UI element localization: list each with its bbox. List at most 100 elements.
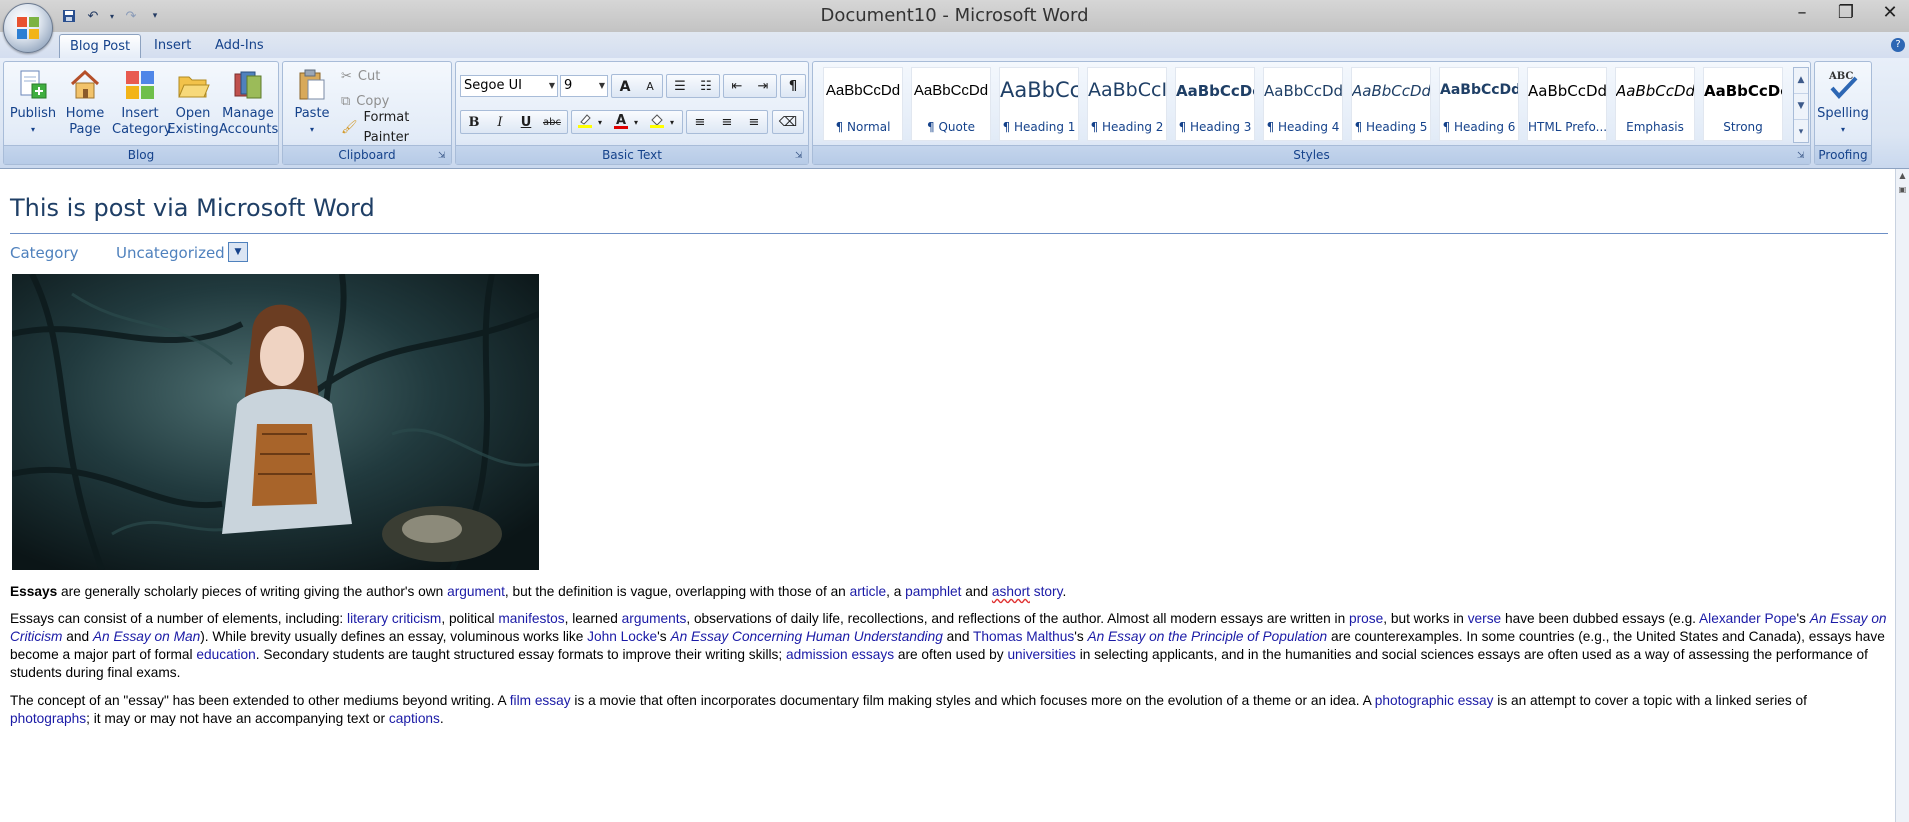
paste-dropdown-icon[interactable]: ▾ <box>287 122 337 138</box>
home-page-button[interactable]: Home Page <box>59 68 111 138</box>
style-heading-2[interactable]: AaBbCcI ¶ Heading 2 <box>1087 67 1167 141</box>
link-story[interactable]: story <box>1034 584 1063 599</box>
decrease-indent-icon[interactable]: ⇤ <box>725 75 749 97</box>
office-button[interactable] <box>3 3 53 53</box>
tab-insert[interactable]: Insert <box>144 34 201 58</box>
link-captions[interactable]: captions <box>389 711 440 726</box>
link-photographs[interactable]: photographs <box>10 711 86 726</box>
ruler-toggle-icon[interactable]: ▣ <box>1896 183 1909 197</box>
document-area[interactable]: This is post via Microsoft Word Category… <box>0 169 1896 822</box>
link-essay-human-understanding[interactable]: An Essay Concerning Human Understanding <box>670 629 942 644</box>
paragraph-1[interactable]: Essays are generally scholarly pieces of… <box>10 583 1890 601</box>
link-admission-essays[interactable]: admission essays <box>786 647 894 662</box>
style-heading-6[interactable]: AaBbCcDdI ¶ Heading 6 <box>1439 67 1519 141</box>
manage-accounts-button[interactable]: Manage Accounts <box>219 68 278 138</box>
link-film-essay[interactable]: film essay <box>510 693 571 708</box>
style-heading-4[interactable]: AaBbCcDd ¶ Heading 4 <box>1263 67 1343 141</box>
style-normal[interactable]: AaBbCcDd ¶ Normal <box>823 67 903 141</box>
post-image[interactable] <box>12 274 539 570</box>
link-arguments[interactable]: arguments <box>622 611 687 626</box>
highlight-dropdown-icon[interactable]: ▾ <box>594 111 606 133</box>
font-name-combo[interactable]: Segoe UI ▼ <box>460 75 558 97</box>
style-html-preformatted[interactable]: AaBbCcDdI HTML Prefo... <box>1527 67 1607 141</box>
category-value[interactable]: Uncategorized <box>116 244 225 262</box>
bold-button[interactable]: B <box>462 111 486 133</box>
chevron-down-icon[interactable]: ▼ <box>549 76 555 96</box>
paragraph-3[interactable]: The concept of an "essay" has been exten… <box>10 692 1890 728</box>
link-argument[interactable]: argument <box>447 584 505 599</box>
restore-button[interactable]: ❐ <box>1835 2 1857 23</box>
group-basic-text: Segoe UI ▼ 9 ▼ A A ☰ ☷ ⇤ ⇥ ¶ B I U abc ▾… <box>455 61 809 165</box>
styles-launcher-icon[interactable]: ⇲ <box>1797 151 1807 161</box>
grow-font-button[interactable]: A <box>613 75 637 97</box>
svg-text:A: A <box>616 113 626 128</box>
chevron-down-icon[interactable]: ▼ <box>599 76 605 96</box>
italic-button[interactable]: I <box>488 111 512 133</box>
link-article[interactable]: article <box>850 584 887 599</box>
insert-category-button[interactable]: Insert Category <box>112 68 171 138</box>
align-center-icon[interactable]: ≡ <box>715 111 739 133</box>
gallery-down-icon[interactable]: ▼ <box>1794 94 1808 120</box>
shrink-font-button[interactable]: A <box>638 75 662 97</box>
link-education[interactable]: education <box>196 647 255 662</box>
link-thomas-malthus[interactable]: Thomas Malthus <box>973 629 1074 644</box>
font-color-dropdown-icon[interactable]: ▾ <box>630 111 642 133</box>
format-painter-button[interactable]: 🖌 Format Painter <box>341 110 451 145</box>
strikethrough-button[interactable]: abc <box>540 111 564 133</box>
group-label-basic-text: Basic Text <box>456 145 808 164</box>
underline-button[interactable]: U <box>514 111 538 133</box>
shading-dropdown-icon[interactable]: ▾ <box>666 111 678 133</box>
link-essay-on-man[interactable]: An Essay on Man <box>93 629 200 644</box>
help-icon[interactable]: ? <box>1891 38 1905 52</box>
style-emphasis[interactable]: AaBbCcDd Emphasis <box>1615 67 1695 141</box>
forest-woman-picture <box>12 274 539 570</box>
style-quote[interactable]: AaBbCcDd ¶ Quote <box>911 67 991 141</box>
link-ashort[interactable]: ashort <box>992 584 1030 599</box>
bullets-icon[interactable]: ☰ <box>668 75 692 97</box>
link-manifestos[interactable]: manifestos <box>498 611 564 626</box>
spelling-button[interactable]: ABC Spelling ▾ <box>1817 68 1869 138</box>
category-dropdown-icon[interactable]: ▼ <box>228 242 248 262</box>
increase-indent-icon[interactable]: ⇥ <box>751 75 775 97</box>
link-pamphlet[interactable]: pamphlet <box>905 584 961 599</box>
style-heading-5[interactable]: AaBbCcDd ¶ Heading 5 <box>1351 67 1431 141</box>
align-right-icon[interactable]: ≡ <box>742 111 766 133</box>
spelling-dropdown-icon[interactable]: ▾ <box>1817 122 1869 138</box>
link-photographic-essay[interactable]: photographic essay <box>1375 693 1494 708</box>
style-strong[interactable]: AaBbCcDc Strong <box>1703 67 1783 141</box>
link-verse[interactable]: verse <box>1468 611 1501 626</box>
tab-add-ins[interactable]: Add-Ins <box>205 34 274 58</box>
minimize-button[interactable]: – <box>1791 2 1813 23</box>
link-john-locke[interactable]: John Locke <box>587 629 657 644</box>
window-title: Document10 - Microsoft Word <box>820 5 1089 26</box>
publish-dropdown-icon[interactable]: ▾ <box>7 122 59 138</box>
post-title[interactable]: This is post via Microsoft Word <box>10 194 375 222</box>
pilcrow-icon[interactable]: ¶ <box>781 75 805 97</box>
vertical-scrollbar[interactable]: ▲ ▣ <box>1895 169 1909 822</box>
link-alexander-pope[interactable]: Alexander Pope <box>1699 611 1796 626</box>
ribbon: Publish ▾ Home Page Insert Category Open… <box>0 58 1909 169</box>
category-icon <box>126 71 154 99</box>
font-size-combo[interactable]: 9 ▼ <box>560 75 608 97</box>
link-literary-criticism[interactable]: literary criticism <box>347 611 441 626</box>
tab-blog-post[interactable]: Blog Post <box>59 34 142 59</box>
open-existing-button[interactable]: Open Existing <box>167 68 219 138</box>
style-heading-3[interactable]: AaBbCcDc ¶ Heading 3 <box>1175 67 1255 141</box>
basic-text-launcher-icon[interactable]: ⇲ <box>795 151 805 161</box>
paste-button[interactable]: Paste ▾ <box>287 68 337 138</box>
cut-button[interactable]: ✂ Cut <box>341 67 380 87</box>
clipboard-launcher-icon[interactable]: ⇲ <box>438 151 448 161</box>
paragraph-2[interactable]: Essays can consist of a number of elemen… <box>10 610 1890 682</box>
align-left-icon[interactable]: ≡ <box>688 111 712 133</box>
clear-formatting-icon[interactable]: ⌫ <box>776 111 800 133</box>
scroll-up-icon[interactable]: ▲ <box>1896 169 1909 183</box>
style-heading-1[interactable]: AaBbCc ¶ Heading 1 <box>999 67 1079 141</box>
numbering-icon[interactable]: ☷ <box>694 75 718 97</box>
gallery-more-icon[interactable]: ▾ <box>1794 120 1808 145</box>
publish-button[interactable]: Publish ▾ <box>7 68 59 138</box>
link-essay-principle-population[interactable]: An Essay on the Principle of Population <box>1087 629 1327 644</box>
link-universities[interactable]: universities <box>1007 647 1075 662</box>
gallery-up-icon[interactable]: ▲ <box>1794 68 1808 94</box>
link-prose[interactable]: prose <box>1349 611 1383 626</box>
close-button[interactable]: ✕ <box>1879 2 1901 23</box>
